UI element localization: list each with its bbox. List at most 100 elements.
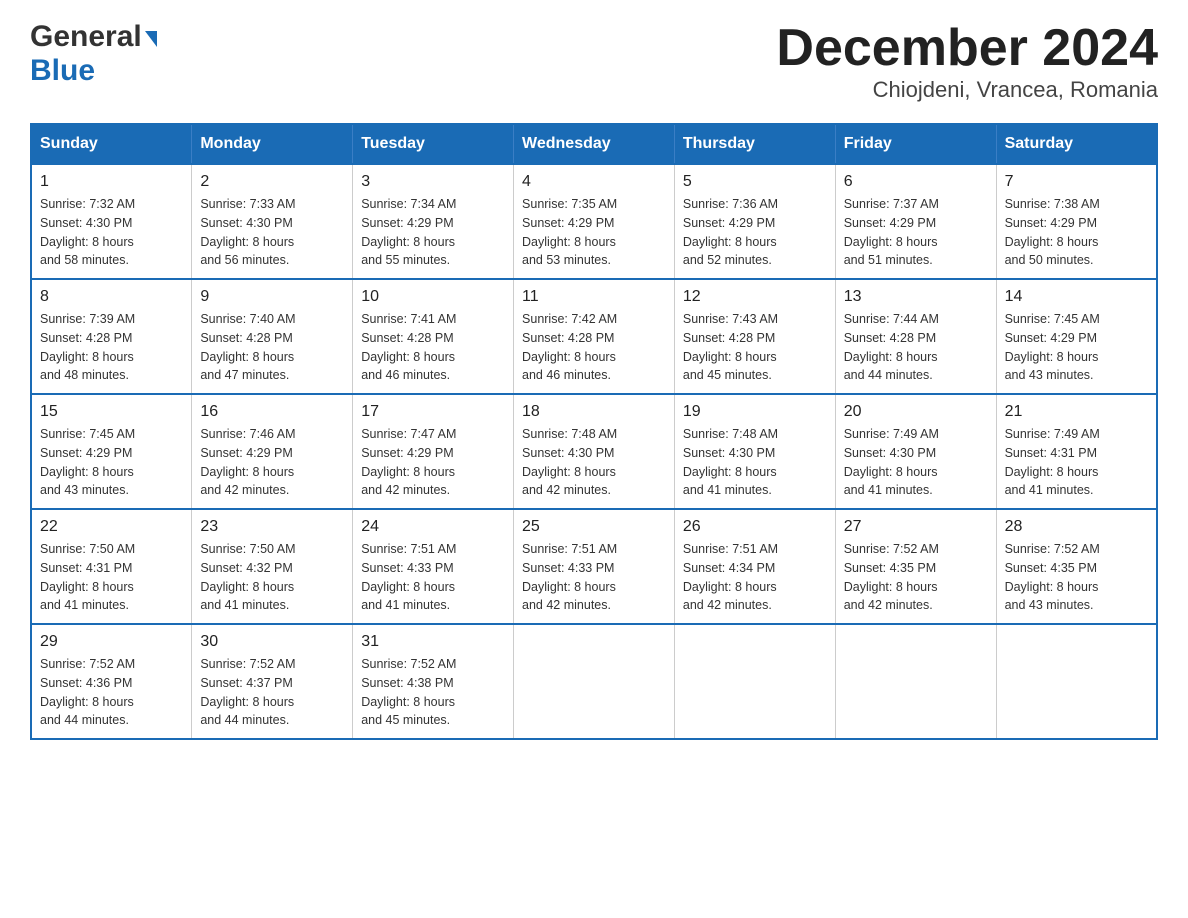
day-info: Sunrise: 7:52 AMSunset: 4:35 PMDaylight:… bbox=[844, 542, 939, 612]
day-info: Sunrise: 7:49 AMSunset: 4:31 PMDaylight:… bbox=[1005, 427, 1100, 497]
logo-arrow-icon bbox=[145, 31, 157, 47]
day-info: Sunrise: 7:39 AMSunset: 4:28 PMDaylight:… bbox=[40, 312, 135, 382]
day-cell: 23 Sunrise: 7:50 AMSunset: 4:32 PMDaylig… bbox=[192, 509, 353, 624]
col-tuesday: Tuesday bbox=[353, 124, 514, 164]
day-number: 7 bbox=[1005, 173, 1148, 191]
day-info: Sunrise: 7:52 AMSunset: 4:38 PMDaylight:… bbox=[361, 657, 456, 727]
day-info: Sunrise: 7:37 AMSunset: 4:29 PMDaylight:… bbox=[844, 197, 939, 267]
col-monday: Monday bbox=[192, 124, 353, 164]
day-info: Sunrise: 7:52 AMSunset: 4:36 PMDaylight:… bbox=[40, 657, 135, 727]
day-info: Sunrise: 7:38 AMSunset: 4:29 PMDaylight:… bbox=[1005, 197, 1100, 267]
day-info: Sunrise: 7:41 AMSunset: 4:28 PMDaylight:… bbox=[361, 312, 456, 382]
day-cell: 22 Sunrise: 7:50 AMSunset: 4:31 PMDaylig… bbox=[31, 509, 192, 624]
day-cell: 11 Sunrise: 7:42 AMSunset: 4:28 PMDaylig… bbox=[514, 279, 675, 394]
day-cell: 6 Sunrise: 7:37 AMSunset: 4:29 PMDayligh… bbox=[835, 164, 996, 279]
col-saturday: Saturday bbox=[996, 124, 1157, 164]
header: General Blue December 2024 Chiojdeni, Vr… bbox=[30, 20, 1158, 103]
day-number: 27 bbox=[844, 518, 988, 536]
col-thursday: Thursday bbox=[674, 124, 835, 164]
day-cell: 2 Sunrise: 7:33 AMSunset: 4:30 PMDayligh… bbox=[192, 164, 353, 279]
day-info: Sunrise: 7:32 AMSunset: 4:30 PMDaylight:… bbox=[40, 197, 135, 267]
day-info: Sunrise: 7:36 AMSunset: 4:29 PMDaylight:… bbox=[683, 197, 778, 267]
day-info: Sunrise: 7:52 AMSunset: 4:35 PMDaylight:… bbox=[1005, 542, 1100, 612]
day-cell: 27 Sunrise: 7:52 AMSunset: 4:35 PMDaylig… bbox=[835, 509, 996, 624]
day-cell bbox=[674, 624, 835, 739]
day-number: 21 bbox=[1005, 403, 1148, 421]
day-info: Sunrise: 7:47 AMSunset: 4:29 PMDaylight:… bbox=[361, 427, 456, 497]
day-info: Sunrise: 7:48 AMSunset: 4:30 PMDaylight:… bbox=[522, 427, 617, 497]
calendar-body: 1 Sunrise: 7:32 AMSunset: 4:30 PMDayligh… bbox=[31, 164, 1157, 739]
day-cell: 21 Sunrise: 7:49 AMSunset: 4:31 PMDaylig… bbox=[996, 394, 1157, 509]
day-info: Sunrise: 7:50 AMSunset: 4:32 PMDaylight:… bbox=[200, 542, 295, 612]
day-number: 14 bbox=[1005, 288, 1148, 306]
day-info: Sunrise: 7:52 AMSunset: 4:37 PMDaylight:… bbox=[200, 657, 295, 727]
calendar-title: December 2024 bbox=[776, 20, 1158, 77]
day-number: 8 bbox=[40, 288, 183, 306]
day-info: Sunrise: 7:34 AMSunset: 4:29 PMDaylight:… bbox=[361, 197, 456, 267]
day-cell: 16 Sunrise: 7:46 AMSunset: 4:29 PMDaylig… bbox=[192, 394, 353, 509]
title-section: December 2024 Chiojdeni, Vrancea, Romani… bbox=[776, 20, 1158, 103]
day-cell bbox=[835, 624, 996, 739]
day-number: 19 bbox=[683, 403, 827, 421]
day-number: 16 bbox=[200, 403, 344, 421]
day-cell: 7 Sunrise: 7:38 AMSunset: 4:29 PMDayligh… bbox=[996, 164, 1157, 279]
day-info: Sunrise: 7:33 AMSunset: 4:30 PMDaylight:… bbox=[200, 197, 295, 267]
day-number: 4 bbox=[522, 173, 666, 191]
day-info: Sunrise: 7:35 AMSunset: 4:29 PMDaylight:… bbox=[522, 197, 617, 267]
day-cell: 3 Sunrise: 7:34 AMSunset: 4:29 PMDayligh… bbox=[353, 164, 514, 279]
day-cell: 20 Sunrise: 7:49 AMSunset: 4:30 PMDaylig… bbox=[835, 394, 996, 509]
day-cell: 10 Sunrise: 7:41 AMSunset: 4:28 PMDaylig… bbox=[353, 279, 514, 394]
col-sunday: Sunday bbox=[31, 124, 192, 164]
day-cell: 26 Sunrise: 7:51 AMSunset: 4:34 PMDaylig… bbox=[674, 509, 835, 624]
day-number: 1 bbox=[40, 173, 183, 191]
day-number: 26 bbox=[683, 518, 827, 536]
week-row-5: 29 Sunrise: 7:52 AMSunset: 4:36 PMDaylig… bbox=[31, 624, 1157, 739]
day-cell: 17 Sunrise: 7:47 AMSunset: 4:29 PMDaylig… bbox=[353, 394, 514, 509]
col-friday: Friday bbox=[835, 124, 996, 164]
day-cell: 31 Sunrise: 7:52 AMSunset: 4:38 PMDaylig… bbox=[353, 624, 514, 739]
day-number: 24 bbox=[361, 518, 505, 536]
day-info: Sunrise: 7:46 AMSunset: 4:29 PMDaylight:… bbox=[200, 427, 295, 497]
day-info: Sunrise: 7:44 AMSunset: 4:28 PMDaylight:… bbox=[844, 312, 939, 382]
header-row: Sunday Monday Tuesday Wednesday Thursday… bbox=[31, 124, 1157, 164]
day-cell: 30 Sunrise: 7:52 AMSunset: 4:37 PMDaylig… bbox=[192, 624, 353, 739]
day-cell: 28 Sunrise: 7:52 AMSunset: 4:35 PMDaylig… bbox=[996, 509, 1157, 624]
day-info: Sunrise: 7:48 AMSunset: 4:30 PMDaylight:… bbox=[683, 427, 778, 497]
day-number: 9 bbox=[200, 288, 344, 306]
day-cell: 29 Sunrise: 7:52 AMSunset: 4:36 PMDaylig… bbox=[31, 624, 192, 739]
day-cell: 13 Sunrise: 7:44 AMSunset: 4:28 PMDaylig… bbox=[835, 279, 996, 394]
day-cell: 18 Sunrise: 7:48 AMSunset: 4:30 PMDaylig… bbox=[514, 394, 675, 509]
day-cell: 8 Sunrise: 7:39 AMSunset: 4:28 PMDayligh… bbox=[31, 279, 192, 394]
day-cell: 25 Sunrise: 7:51 AMSunset: 4:33 PMDaylig… bbox=[514, 509, 675, 624]
day-number: 5 bbox=[683, 173, 827, 191]
day-number: 10 bbox=[361, 288, 505, 306]
day-cell: 19 Sunrise: 7:48 AMSunset: 4:30 PMDaylig… bbox=[674, 394, 835, 509]
week-row-3: 15 Sunrise: 7:45 AMSunset: 4:29 PMDaylig… bbox=[31, 394, 1157, 509]
day-cell bbox=[996, 624, 1157, 739]
day-cell: 15 Sunrise: 7:45 AMSunset: 4:29 PMDaylig… bbox=[31, 394, 192, 509]
day-number: 30 bbox=[200, 633, 344, 651]
day-info: Sunrise: 7:45 AMSunset: 4:29 PMDaylight:… bbox=[1005, 312, 1100, 382]
day-number: 2 bbox=[200, 173, 344, 191]
day-number: 3 bbox=[361, 173, 505, 191]
day-number: 22 bbox=[40, 518, 183, 536]
day-number: 25 bbox=[522, 518, 666, 536]
day-cell: 24 Sunrise: 7:51 AMSunset: 4:33 PMDaylig… bbox=[353, 509, 514, 624]
week-row-4: 22 Sunrise: 7:50 AMSunset: 4:31 PMDaylig… bbox=[31, 509, 1157, 624]
day-cell: 1 Sunrise: 7:32 AMSunset: 4:30 PMDayligh… bbox=[31, 164, 192, 279]
day-info: Sunrise: 7:50 AMSunset: 4:31 PMDaylight:… bbox=[40, 542, 135, 612]
day-number: 31 bbox=[361, 633, 505, 651]
day-number: 29 bbox=[40, 633, 183, 651]
calendar-header: Sunday Monday Tuesday Wednesday Thursday… bbox=[31, 124, 1157, 164]
day-cell: 9 Sunrise: 7:40 AMSunset: 4:28 PMDayligh… bbox=[192, 279, 353, 394]
logo: General Blue bbox=[30, 20, 157, 88]
logo-general: General bbox=[30, 20, 142, 54]
day-cell: 14 Sunrise: 7:45 AMSunset: 4:29 PMDaylig… bbox=[996, 279, 1157, 394]
day-number: 11 bbox=[522, 288, 666, 306]
day-info: Sunrise: 7:45 AMSunset: 4:29 PMDaylight:… bbox=[40, 427, 135, 497]
day-number: 23 bbox=[200, 518, 344, 536]
col-wednesday: Wednesday bbox=[514, 124, 675, 164]
day-number: 17 bbox=[361, 403, 505, 421]
day-number: 13 bbox=[844, 288, 988, 306]
logo-blue: Blue bbox=[30, 54, 157, 88]
